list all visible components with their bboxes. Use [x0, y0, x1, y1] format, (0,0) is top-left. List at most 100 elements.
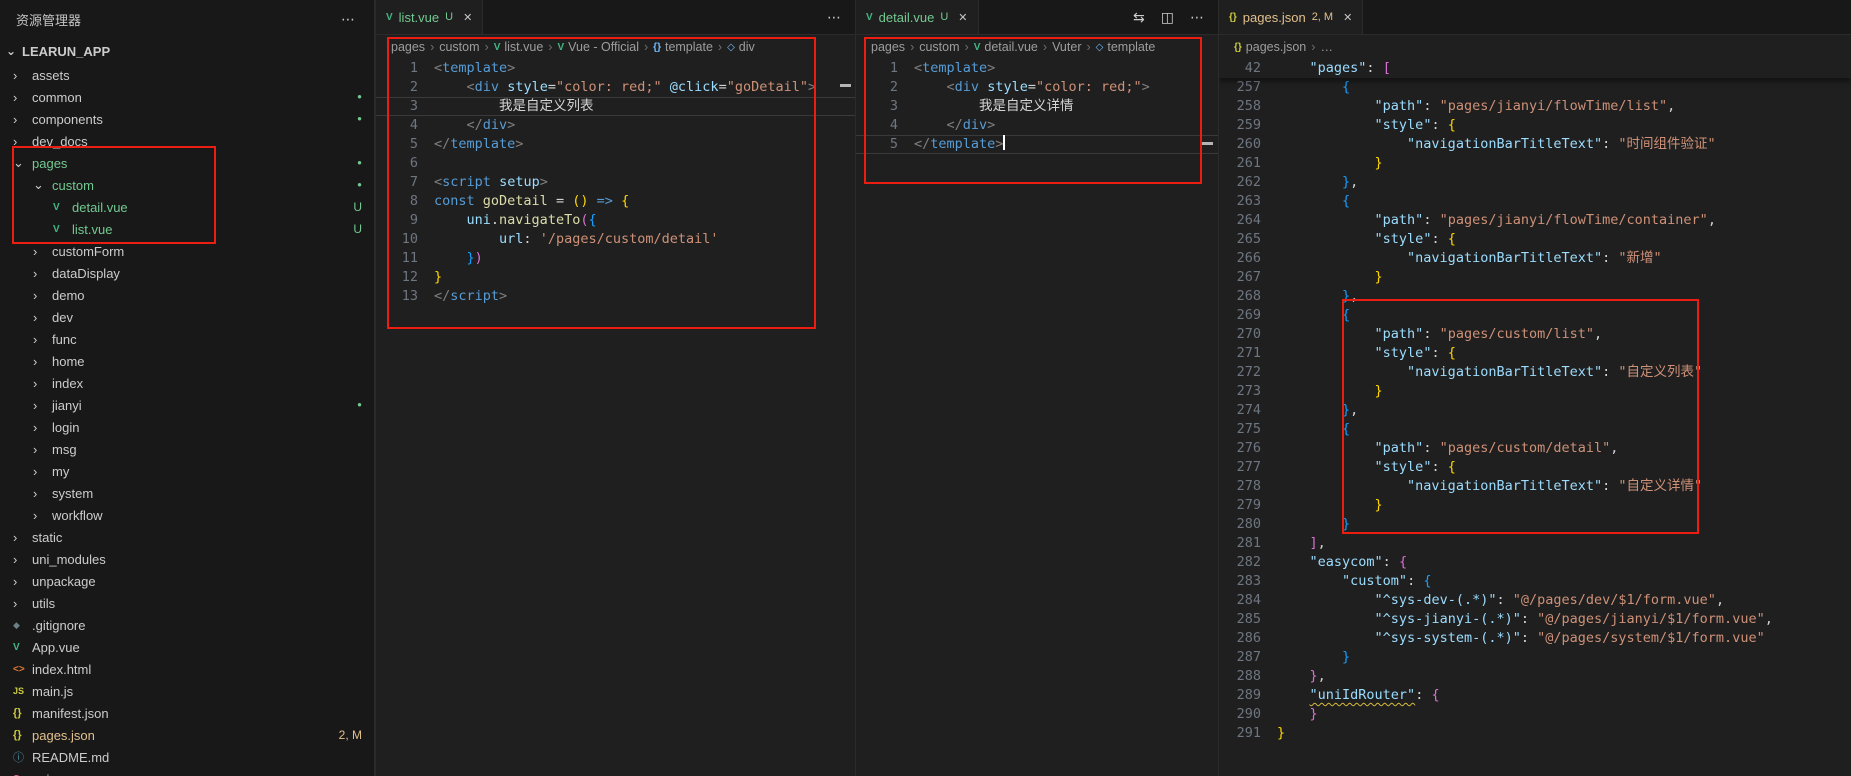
code-line-268[interactable]: 268 }, — [1219, 287, 1851, 306]
code-line-3[interactable]: 3 我是自定义详情 — [856, 97, 1218, 116]
close-icon[interactable]: ✕ — [1343, 11, 1352, 24]
code-line-284[interactable]: 284 "^sys-dev-(.*)": "@/pages/dev/$1/for… — [1219, 591, 1851, 610]
code-line-12[interactable]: 12} — [376, 268, 855, 287]
code-line-2[interactable]: 2 <div style="color: red;"> — [856, 78, 1218, 97]
tab-detail-vue[interactable]: V detail.vue U ✕ — [856, 0, 979, 34]
breadcrumb-item-custom[interactable]: custom — [439, 40, 479, 54]
code-line-6[interactable]: 6 — [376, 154, 855, 173]
tab-list-vue[interactable]: V list.vue U ✕ — [376, 0, 483, 34]
code-line-266[interactable]: 266 "navigationBarTitleText": "新增" — [1219, 249, 1851, 268]
code-line-13[interactable]: 13</script> — [376, 287, 855, 306]
code-line-271[interactable]: 271 "style": { — [1219, 344, 1851, 363]
code-line-275[interactable]: 275 { — [1219, 420, 1851, 439]
code-line-4[interactable]: 4 </div> — [376, 116, 855, 135]
breadcrumb-item-[interactable]: … — [1320, 40, 1333, 54]
code-line-9[interactable]: 9 uni.navigateTo({ — [376, 211, 855, 230]
file-gitignore[interactable]: ◆.gitignore — [0, 614, 374, 636]
code-line-265[interactable]: 265 "style": { — [1219, 230, 1851, 249]
more-actions-icon[interactable]: ⋯ — [1190, 9, 1204, 26]
folder-msg[interactable]: ›msg — [0, 438, 374, 460]
file-readme-md[interactable]: ⓘREADME.md — [0, 746, 374, 768]
code-line-276[interactable]: 276 "path": "pages/custom/detail", — [1219, 439, 1851, 458]
breadcrumb-item-vue-official[interactable]: VVue - Official — [557, 40, 639, 54]
code-line-7[interactable]: 7<script setup> — [376, 173, 855, 192]
more-actions-icon[interactable]: ⋯ — [827, 9, 841, 26]
folder-demo[interactable]: ›demo — [0, 284, 374, 306]
code-line-286[interactable]: 286 "^sys-system-(.*)": "@/pages/system/… — [1219, 629, 1851, 648]
folder-common[interactable]: ›common● — [0, 86, 374, 108]
breadcrumb-item-template[interactable]: ◇template — [1096, 40, 1156, 54]
code-editor-detail-vue[interactable]: 1<template>2 <div style="color: red;">3 … — [856, 59, 1218, 776]
file-index-html[interactable]: <>index.html — [0, 658, 374, 680]
code-line-291[interactable]: 291} — [1219, 724, 1851, 743]
code-editor-list-vue[interactable]: 1<template>2 <div style="color: red;" @c… — [376, 59, 855, 776]
code-line-273[interactable]: 273 } — [1219, 382, 1851, 401]
code-line-270[interactable]: 270 "path": "pages/custom/list", — [1219, 325, 1851, 344]
code-line-282[interactable]: 282 "easycom": { — [1219, 553, 1851, 572]
folder-dev[interactable]: ›dev — [0, 306, 374, 328]
folder-jianyi[interactable]: ›jianyi● — [0, 394, 374, 416]
file-pages-json[interactable]: {}pages.json2, M — [0, 724, 374, 746]
file-app-vue[interactable]: VApp.vue — [0, 636, 374, 658]
folder-datadisplay[interactable]: ›dataDisplay — [0, 262, 374, 284]
tab-pages-json[interactable]: {} pages.json 2, M ✕ — [1219, 0, 1363, 34]
code-line-258[interactable]: 258 "path": "pages/jianyi/flowTime/list"… — [1219, 97, 1851, 116]
folder-login[interactable]: ›login — [0, 416, 374, 438]
folder-uni-modules[interactable]: ›uni_modules — [0, 548, 374, 570]
folder-customform[interactable]: ›customForm — [0, 240, 374, 262]
split-editor-icon[interactable]: ◫ — [1161, 9, 1174, 26]
code-line-281[interactable]: 281 ], — [1219, 534, 1851, 553]
folder-components[interactable]: ›components● — [0, 108, 374, 130]
code-line-263[interactable]: 263 { — [1219, 192, 1851, 211]
breadcrumb-item-div[interactable]: ◇div — [727, 40, 755, 54]
code-line-279[interactable]: 279 } — [1219, 496, 1851, 515]
code-line-1[interactable]: 1<template> — [856, 59, 1218, 78]
code-line-272[interactable]: 272 "navigationBarTitleText": "自定义列表" — [1219, 363, 1851, 382]
folder-unpackage[interactable]: ›unpackage — [0, 570, 374, 592]
breadcrumb-item-vuter[interactable]: Vuter — [1052, 40, 1081, 54]
code-line-264[interactable]: 264 "path": "pages/jianyi/flowTime/conta… — [1219, 211, 1851, 230]
code-line-285[interactable]: 285 "^sys-jianyi-(.*)": "@/pages/jianyi/… — [1219, 610, 1851, 629]
folder-func[interactable]: ›func — [0, 328, 374, 350]
code-line-8[interactable]: 8const goDetail = () => { — [376, 192, 855, 211]
code-line-288[interactable]: 288 }, — [1219, 667, 1851, 686]
code-line-287[interactable]: 287 } — [1219, 648, 1851, 667]
folder-custom[interactable]: ⌄custom● — [0, 174, 374, 196]
folder-index[interactable]: ›index — [0, 372, 374, 394]
code-line-267[interactable]: 267 } — [1219, 268, 1851, 287]
code-line-4[interactable]: 4 </div> — [856, 116, 1218, 135]
folder-assets[interactable]: ›assets — [0, 64, 374, 86]
close-icon[interactable]: ✕ — [958, 11, 967, 24]
breadcrumb-item-custom[interactable]: custom — [919, 40, 959, 54]
code-line-3[interactable]: 3 我是自定义列表 — [376, 97, 855, 116]
code-line-10[interactable]: 10 url: '/pages/custom/detail' — [376, 230, 855, 249]
code-line-277[interactable]: 277 "style": { — [1219, 458, 1851, 477]
close-icon[interactable]: ✕ — [463, 11, 472, 24]
file-uni-scss[interactable]: Suni.scss — [0, 768, 374, 776]
code-line-280[interactable]: 280 } — [1219, 515, 1851, 534]
folder-home[interactable]: ›home — [0, 350, 374, 372]
code-line-262[interactable]: 262 }, — [1219, 173, 1851, 192]
project-root-row[interactable]: ⌄ LEARUN_APP — [0, 38, 374, 64]
folder-dev-docs[interactable]: ›dev_docs — [0, 130, 374, 152]
folder-workflow[interactable]: ›workflow — [0, 504, 374, 526]
breadcrumb-item-pages[interactable]: pages — [391, 40, 425, 54]
code-editor-pages-json[interactable]: 42 "pages": [257 {258 "path": "pages/jia… — [1219, 59, 1851, 776]
breadcrumb-item-detail-vue[interactable]: Vdetail.vue — [974, 40, 1038, 54]
code-line-261[interactable]: 261 } — [1219, 154, 1851, 173]
folder-system[interactable]: ›system — [0, 482, 374, 504]
breadcrumb-item-pages-json[interactable]: {}pages.json — [1234, 40, 1306, 54]
code-line-1[interactable]: 1<template> — [376, 59, 855, 78]
folder-pages[interactable]: ⌄pages● — [0, 152, 374, 174]
code-line-257[interactable]: 257 { — [1219, 78, 1851, 97]
code-line-259[interactable]: 259 "style": { — [1219, 116, 1851, 135]
code-line-42[interactable]: 42 "pages": [ — [1219, 59, 1851, 78]
file-main-js[interactable]: JSmain.js — [0, 680, 374, 702]
code-line-290[interactable]: 290 } — [1219, 705, 1851, 724]
file-detail-vue[interactable]: Vdetail.vueU — [0, 196, 374, 218]
folder-utils[interactable]: ›utils — [0, 592, 374, 614]
more-actions-icon[interactable]: ⋯ — [341, 11, 356, 28]
code-line-289[interactable]: 289 "uniIdRouter": { — [1219, 686, 1851, 705]
breadcrumb-item-pages[interactable]: pages — [871, 40, 905, 54]
code-line-269[interactable]: 269 { — [1219, 306, 1851, 325]
